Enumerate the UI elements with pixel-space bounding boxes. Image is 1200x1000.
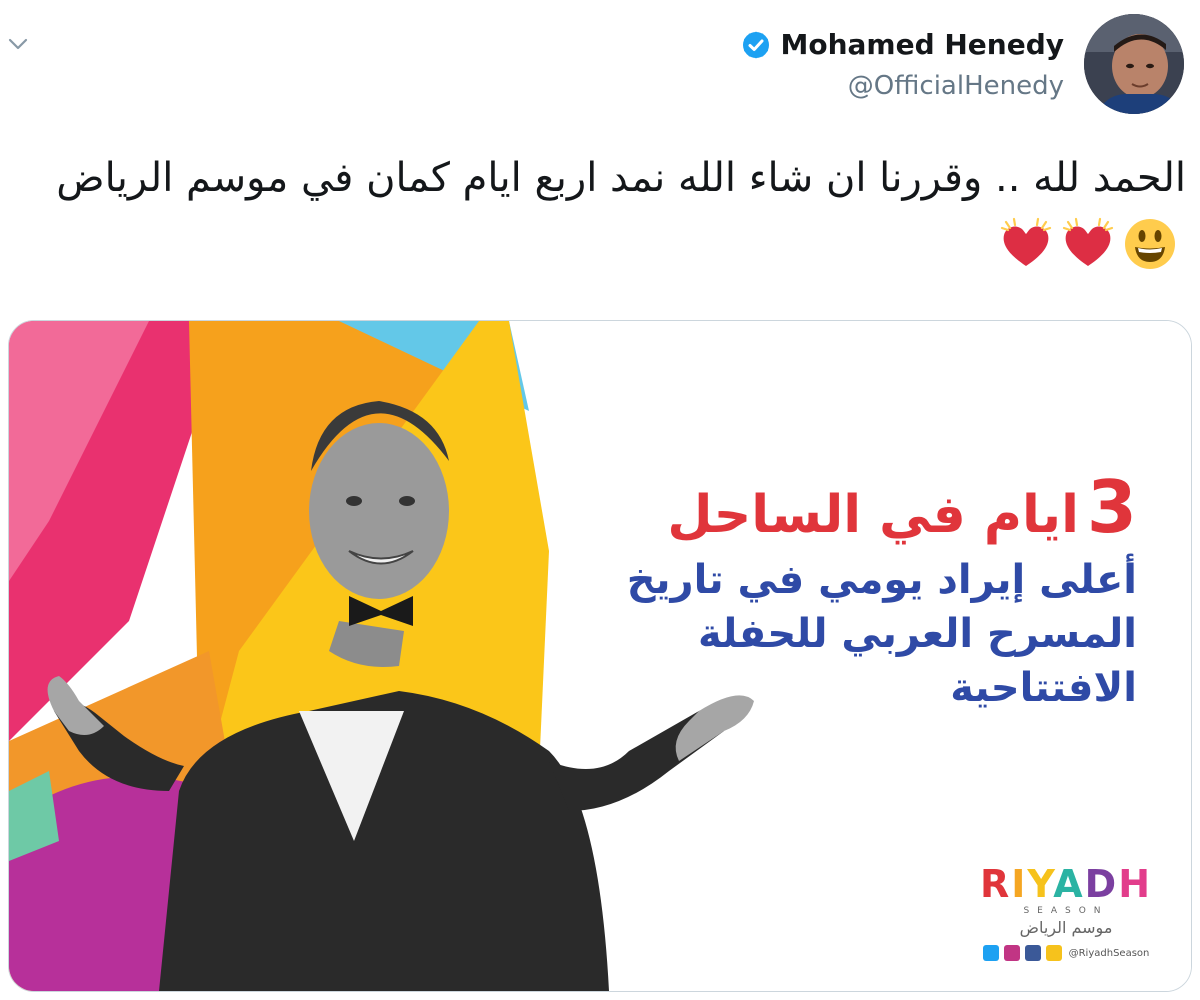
tweet-media-card[interactable]: 3 ايام في الساحل أعلى إيراد يومي في تاري… bbox=[8, 320, 1192, 992]
promo-text-block: 3 ايام في الساحل أعلى إيراد يومي في تاري… bbox=[577, 467, 1137, 715]
verified-badge-icon bbox=[743, 31, 770, 58]
brand-letter: H bbox=[1118, 862, 1153, 906]
brand-letter: A bbox=[1053, 862, 1085, 906]
beating-heart-emoji-icon bbox=[1062, 217, 1114, 266]
display-name-row[interactable]: Mohamed Henedy bbox=[740, 28, 1064, 61]
facebook-icon bbox=[1024, 945, 1041, 961]
brand-letter: R bbox=[979, 862, 1012, 906]
promo-body: أعلى إيراد يومي في تاريخ المسرح العربي ل… bbox=[577, 553, 1137, 715]
beating-heart-emoji-icon bbox=[1000, 217, 1052, 266]
promo-body-line: المسرح العربي للحفلة bbox=[697, 611, 1137, 657]
display-name[interactable]: Mohamed Henedy bbox=[780, 28, 1064, 61]
snapchat-icon bbox=[1045, 945, 1062, 961]
tweet: Mohamed Henedy @OfficialHenedy الحمد لله… bbox=[0, 0, 1200, 1000]
brand-letter: D bbox=[1084, 862, 1119, 906]
promo-body-line: أعلى إيراد يومي في تاريخ bbox=[626, 557, 1137, 603]
tweet-text-body: الحمد لله .. وقررنا ان شاء الله نمد اربع… bbox=[56, 155, 1186, 201]
promo-number: 3 bbox=[1086, 465, 1137, 549]
promo-title: ايام في الساحل bbox=[667, 485, 1079, 545]
user-handle[interactable]: @OfficialHenedy bbox=[740, 71, 1064, 101]
riyadh-season-logo: RIYADH SEASON موسم الرياض @RiyadhSeason bbox=[971, 864, 1161, 961]
brand-arabic: موسم الرياض bbox=[1019, 918, 1113, 937]
brand-letter: Y bbox=[1027, 862, 1054, 906]
tweet-header: Mohamed Henedy @OfficialHenedy bbox=[740, 14, 1184, 114]
brand-sub: SEASON bbox=[1023, 906, 1109, 916]
instagram-icon bbox=[1003, 945, 1020, 961]
brand-wordmark: RIYADH bbox=[971, 864, 1161, 904]
brand-letter: I bbox=[1011, 862, 1028, 906]
emoji-row bbox=[998, 216, 1178, 272]
smiley-emoji-icon bbox=[1125, 219, 1175, 269]
brand-social-handle: @RiyadhSeason bbox=[1068, 947, 1150, 959]
author-names: Mohamed Henedy @OfficialHenedy bbox=[740, 14, 1064, 101]
brand-social-row: @RiyadhSeason bbox=[971, 945, 1161, 961]
promo-headline: 3 ايام في الساحل bbox=[577, 467, 1137, 547]
twitter-icon bbox=[982, 945, 999, 961]
chevron-down-icon[interactable] bbox=[4, 30, 32, 58]
avatar-photo bbox=[1084, 14, 1184, 114]
avatar[interactable] bbox=[1084, 14, 1184, 114]
tweet-text: الحمد لله .. وقررنا ان شاء الله نمد اربع… bbox=[16, 146, 1186, 274]
promo-body-line: الافتتاحية bbox=[950, 665, 1137, 711]
